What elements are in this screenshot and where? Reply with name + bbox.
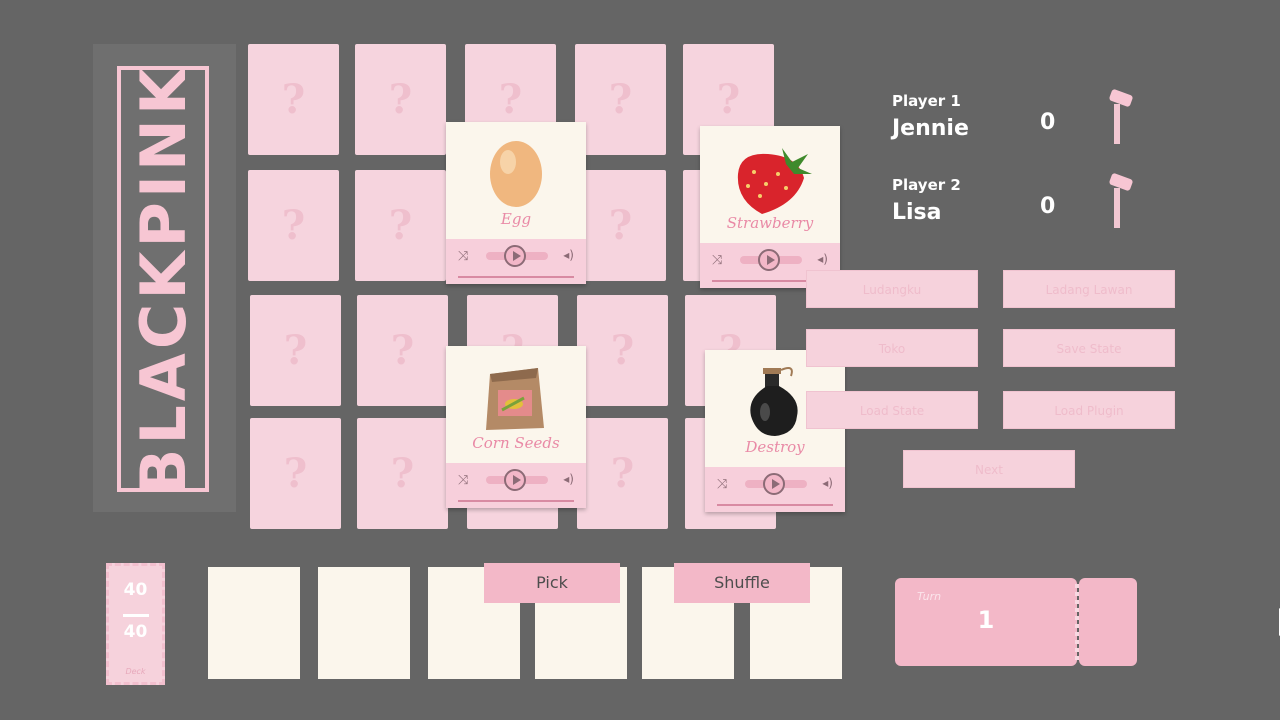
- track-line: [458, 500, 574, 502]
- volume-icon[interactable]: ◂): [563, 472, 574, 486]
- egg-icon: [446, 130, 586, 212]
- hidden-card[interactable]: ?: [355, 44, 446, 155]
- deck-caption: Deck: [125, 667, 146, 676]
- logo-text: BLACKPINK: [126, 66, 200, 492]
- shuffle-icon[interactable]: ⤨: [712, 253, 722, 268]
- hammer-icon: [1100, 172, 1140, 236]
- hidden-card[interactable]: ?: [357, 295, 448, 406]
- logo-frame: BLACKPINK: [117, 66, 209, 492]
- hidden-card[interactable]: ?: [355, 170, 446, 281]
- question-mark-icon: ?: [608, 76, 633, 123]
- media-player: ⤨ ◂): [446, 239, 586, 284]
- media-player: ⤨ ◂): [705, 467, 845, 512]
- player1-label: Player 1: [892, 92, 961, 110]
- shuffle-button[interactable]: Shuffle: [674, 563, 810, 603]
- turn-label: Turn: [917, 590, 942, 603]
- question-mark-icon: ?: [390, 327, 415, 374]
- play-icon[interactable]: [758, 249, 780, 271]
- question-mark-icon: ?: [608, 202, 633, 249]
- pick-button[interactable]: Pick: [484, 563, 620, 603]
- hidden-card[interactable]: ?: [248, 44, 339, 155]
- hidden-card[interactable]: ?: [575, 44, 666, 155]
- hand-slot[interactable]: [318, 567, 410, 679]
- hidden-card[interactable]: ?: [248, 170, 339, 281]
- question-mark-icon: ?: [716, 76, 741, 123]
- turn-ticket: Turn 1: [895, 578, 1280, 666]
- revealed-card-destroy[interactable]: Destroy ⤨ ◂): [705, 350, 845, 512]
- revealed-card-corn-seeds[interactable]: Corn Seeds ⤨ ◂): [446, 346, 586, 508]
- toko-button[interactable]: Toko: [806, 329, 978, 367]
- question-mark-icon: ?: [388, 76, 413, 123]
- hidden-card[interactable]: ?: [250, 295, 341, 406]
- deck-counter: 40 40 Deck: [106, 563, 165, 685]
- turn-panel: Turn 1: [895, 578, 1077, 666]
- volume-icon[interactable]: ◂): [817, 252, 828, 266]
- question-mark-icon: ?: [283, 450, 308, 497]
- revealed-card-egg[interactable]: Egg ⤨ ◂): [446, 122, 586, 284]
- play-icon[interactable]: [504, 245, 526, 267]
- deck-total: 40: [123, 622, 148, 642]
- question-mark-icon: ?: [610, 450, 635, 497]
- strawberry-icon: [700, 134, 840, 216]
- player2-score: 0: [1040, 194, 1056, 219]
- volume-icon[interactable]: ◂): [822, 476, 833, 490]
- next-button[interactable]: Next: [903, 450, 1075, 488]
- player2-label: Player 2: [892, 176, 961, 194]
- play-icon[interactable]: [504, 469, 526, 491]
- question-mark-icon: ?: [610, 327, 635, 374]
- logo-panel: BLACKPINK: [93, 44, 236, 512]
- hammer-icon: [1100, 88, 1140, 152]
- hidden-card[interactable]: ?: [577, 295, 668, 406]
- volume-icon[interactable]: ◂): [563, 248, 574, 262]
- hidden-card[interactable]: ?: [575, 170, 666, 281]
- shuffle-icon[interactable]: ⤨: [458, 249, 468, 264]
- card-name: Egg: [500, 210, 532, 228]
- player1-score: 0: [1040, 110, 1056, 135]
- revealed-card-strawberry[interactable]: Strawberry ⤨ ◂): [700, 126, 840, 288]
- track-line: [717, 504, 833, 506]
- shuffle-icon[interactable]: ⤨: [717, 477, 727, 492]
- deck-current: 40: [123, 580, 148, 600]
- ludangku-button[interactable]: Ludangku: [806, 270, 978, 308]
- hidden-card[interactable]: ?: [577, 418, 668, 529]
- deck-divider: [123, 614, 149, 617]
- shuffle-icon[interactable]: ⤨: [458, 473, 468, 488]
- hidden-card[interactable]: ?: [357, 418, 448, 529]
- media-player: ⤨ ◂): [446, 463, 586, 508]
- question-mark-icon: ?: [388, 202, 413, 249]
- card-name: Corn Seeds: [472, 434, 560, 452]
- hand-slot[interactable]: [208, 567, 300, 679]
- question-mark-icon: ?: [281, 76, 306, 123]
- question-mark-icon: ?: [281, 202, 306, 249]
- load-state-button[interactable]: Load State: [806, 391, 978, 429]
- seed-bag-icon: [446, 354, 586, 436]
- card-name: Strawberry: [726, 214, 814, 232]
- track-line: [458, 276, 574, 278]
- question-mark-icon: ?: [390, 450, 415, 497]
- player2-name: Lisa: [892, 200, 942, 225]
- question-mark-icon: ?: [498, 76, 523, 123]
- fast-forward-button[interactable]: [1079, 578, 1280, 666]
- player1-name: Jennie: [892, 116, 969, 141]
- hidden-card[interactable]: ?: [250, 418, 341, 529]
- ladang-lawan-button[interactable]: Ladang Lawan: [1003, 270, 1175, 308]
- save-state-button[interactable]: Save State: [1003, 329, 1175, 367]
- card-name: Destroy: [745, 438, 805, 456]
- play-icon[interactable]: [763, 473, 785, 495]
- question-mark-icon: ?: [283, 327, 308, 374]
- load-plugin-button[interactable]: Load Plugin: [1003, 391, 1175, 429]
- turn-value: 1: [977, 606, 995, 634]
